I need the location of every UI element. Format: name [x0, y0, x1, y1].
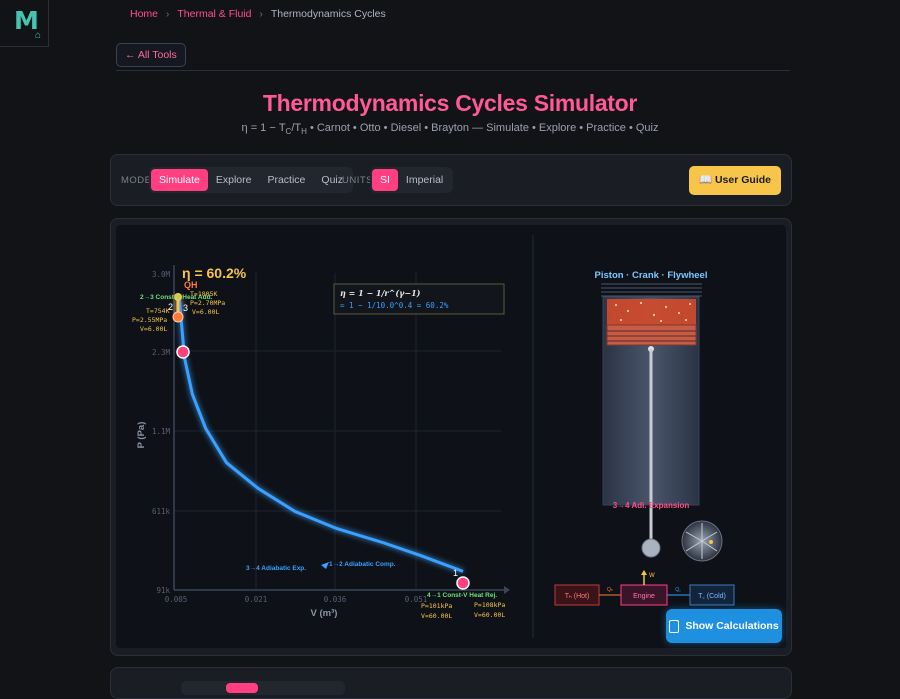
qc-flow-label: Q꜀ — [675, 587, 681, 593]
state-label-3: 3 — [183, 303, 188, 313]
breadcrumb-current: Thermodynamics Cycles — [270, 8, 386, 20]
svg-text:V=60.00L: V=60.00L — [474, 611, 505, 619]
show-calculations-button[interactable]: Show Calculations — [666, 609, 782, 643]
formula-line-1: η = 1 − 1/r^(γ−1) — [340, 288, 421, 298]
piston — [606, 324, 697, 346]
stage-label: 3→4 Adi. Expansion — [613, 501, 690, 510]
state-4-annotation: P=108kPa V=60.00L — [474, 601, 505, 619]
y-tick-label: 1.1M — [152, 427, 171, 436]
state-point-1-marker[interactable] — [456, 576, 470, 590]
units-si-button[interactable]: SI — [372, 169, 398, 191]
units-label: UNITS — [342, 175, 373, 186]
breadcrumb-separator-icon: › — [166, 8, 170, 20]
current-state-marker[interactable] — [176, 345, 190, 359]
engine-label: Engine — [633, 593, 655, 600]
logo[interactable]: M ⌂ — [0, 0, 49, 47]
svg-text:V=6.00L: V=6.00L — [140, 325, 167, 333]
y-tick-label: 3.0M — [152, 270, 171, 279]
pv-diagram-svg[interactable]: 3.0M 2.3M 1.1M 611k 91k 0.005 0.021 0.03… — [116, 225, 786, 648]
formula-line-2: = 1 − 1/10.0^0.4 = 60.2% — [340, 301, 449, 310]
x-tick-label: 0.036 — [324, 595, 347, 604]
breadcrumb-separator-icon: › — [259, 8, 263, 20]
units-selector: SI Imperial — [370, 167, 454, 193]
svg-text:T=1805K: T=1805K — [190, 290, 217, 298]
state-2-annotation: T=754K P=2.55MPa V=6.00L — [132, 307, 170, 333]
x-axis-arrow-icon — [504, 586, 510, 594]
process-label-heat-rej: 4→1 Const-V Heat Rej. — [427, 592, 497, 599]
svg-text:P=2.55MPa: P=2.55MPa — [132, 316, 167, 324]
x-tick-label: 0.021 — [245, 595, 268, 604]
work-arrowhead-icon — [641, 570, 647, 575]
cycle-selector — [181, 681, 345, 695]
efficiency-label: η = 60.2% — [182, 265, 247, 281]
mode-simulate-button[interactable]: Simulate — [151, 169, 208, 191]
all-tools-button[interactable]: ← All Tools — [116, 43, 186, 67]
cylinder-head — [601, 283, 702, 297]
mode-toolbar: MODE Simulate Explore Practice Quiz UNIT… — [110, 154, 792, 206]
simulation-panel: 3.0M 2.3M 1.1M 611k 91k 0.005 0.021 0.03… — [110, 218, 792, 656]
combustion-gas — [607, 299, 696, 325]
svg-text:T=754K: T=754K — [146, 307, 170, 315]
curve-arrow-icon — [321, 562, 329, 569]
svg-text:P=2.70MPa: P=2.70MPa — [190, 299, 225, 307]
page-title: Thermodynamics Cycles Simulator — [262, 90, 638, 116]
process-label-compression: 1→2 Adiabatic Comp. — [329, 561, 396, 568]
svg-text:V=6.00L: V=6.00L — [192, 308, 219, 316]
svg-text:V=60.00L: V=60.00L — [421, 612, 452, 620]
state-1-annotation: P=101kPa V=60.00L — [421, 602, 452, 620]
units-imperial-button[interactable]: Imperial — [398, 169, 451, 191]
flywheel-marker — [709, 540, 713, 544]
state-label-1: 1 — [453, 568, 458, 578]
mode-practice-button[interactable]: Practice — [259, 169, 313, 191]
mode-explore-button[interactable]: Explore — [208, 169, 260, 191]
qh-label: QH — [184, 280, 198, 290]
home-icon: ⌂ — [35, 30, 42, 41]
mode-label: MODE — [121, 175, 152, 186]
y-tick-label: 91k — [156, 586, 170, 595]
cycle-selector-card — [110, 667, 792, 699]
x-axis-label: V (m³) — [311, 608, 338, 619]
qh-flow-label: Qₕ — [607, 587, 613, 593]
user-guide-button[interactable]: 📖 User Guide — [688, 166, 781, 195]
clipboard-icon — [669, 619, 680, 633]
x-tick-label: 0.005 — [165, 595, 188, 604]
breadcrumb-home[interactable]: Home — [130, 8, 158, 20]
show-calculations-label: Show Calculations — [685, 620, 779, 632]
divider — [116, 70, 790, 71]
y-tick-label: 611k — [152, 507, 171, 516]
grid — [173, 273, 501, 590]
animation-title: Piston · Crank · Flywheel — [595, 270, 708, 281]
breadcrumb-category[interactable]: Thermal & Fluid — [177, 8, 251, 20]
svg-text:P=108kPa: P=108kPa — [474, 601, 505, 609]
crankshaft — [641, 538, 661, 558]
cold-reservoir-label: T꜀ (Cold) — [698, 593, 726, 600]
page-subtitle: η = 1 − TC/TH • Carnot • Otto • Diesel •… — [241, 122, 659, 137]
process-label-expansion: 3→4 Adiabatic Exp. — [246, 565, 306, 572]
hot-reservoir-label: Tₕ (Hot) — [565, 593, 590, 600]
svg-text:P=101kPa: P=101kPa — [421, 602, 452, 610]
state-3-annotation: T=1805K P=2.70MPa V=6.00L — [190, 290, 225, 316]
crank-marker: W — [649, 573, 655, 579]
simulation-canvas: 3.0M 2.3M 1.1M 611k 91k 0.005 0.021 0.03… — [116, 225, 786, 648]
y-tick-label: 2.3M — [152, 348, 171, 357]
process-curve — [176, 297, 464, 573]
state-point-2-marker[interactable] — [172, 311, 184, 323]
breadcrumb: Home › Thermal & Fluid › Thermodynamics … — [130, 8, 386, 20]
formula-box: η = 1 − 1/r^(γ−1) = 1 − 1/10.0^0.4 = 60.… — [333, 283, 505, 315]
mode-selector: Simulate Explore Practice Quiz — [149, 167, 353, 193]
y-axis-label: P (Pa) — [136, 422, 147, 449]
